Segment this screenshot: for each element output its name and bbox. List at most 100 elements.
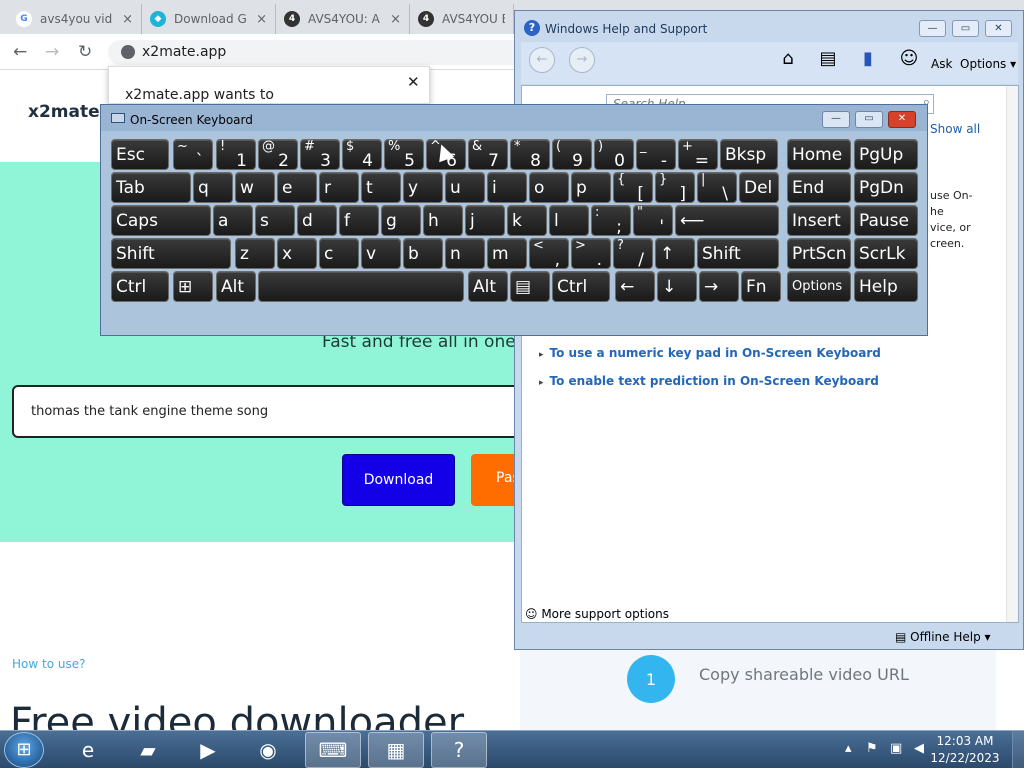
key[interactable]: e xyxy=(277,172,317,203)
key[interactable]: Esc xyxy=(111,139,169,170)
browser-tab[interactable]: 4 AVS4YOU: A × xyxy=(276,4,410,34)
key[interactable]: & 7 xyxy=(468,139,508,170)
browser-tab[interactable]: G avs4you vid × xyxy=(8,4,142,34)
key[interactable]: % 5 xyxy=(384,139,424,170)
key[interactable]: ↓ xyxy=(657,271,697,302)
key[interactable]: o xyxy=(529,172,569,203)
close-icon[interactable]: × xyxy=(256,12,267,27)
key[interactable]: ! 1 xyxy=(216,139,256,170)
download-button[interactable]: Download xyxy=(342,454,455,506)
key[interactable]: v xyxy=(361,238,401,269)
file-explorer-icon[interactable]: ▰ xyxy=(120,732,176,768)
key[interactable]: n xyxy=(445,238,485,269)
volume-icon[interactable]: ◀ xyxy=(914,741,924,756)
browser-tab[interactable]: ◆ Download G × xyxy=(142,4,276,34)
close-button[interactable]: ✕ xyxy=(888,111,916,128)
key[interactable]: f xyxy=(339,205,379,236)
key[interactable]: c xyxy=(319,238,359,269)
key[interactable]: ? / xyxy=(613,238,653,269)
key[interactable]: g xyxy=(381,205,421,236)
maximize-button[interactable]: ▭ xyxy=(855,111,883,128)
key[interactable]: Ctrl xyxy=(552,271,610,302)
key[interactable]: h xyxy=(423,205,463,236)
key[interactable]: :; xyxy=(591,205,631,236)
key[interactable]: Tab xyxy=(111,172,191,203)
help-link[interactable]: To enable text prediction in On-Screen K… xyxy=(539,374,879,388)
key[interactable]: #3 xyxy=(300,139,340,170)
key[interactable]: Help xyxy=(854,271,918,302)
home-icon[interactable]: ⌂ xyxy=(776,47,800,71)
close-icon[interactable]: × xyxy=(390,12,401,27)
close-icon[interactable]: ✕ xyxy=(407,73,420,91)
lock-icon[interactable] xyxy=(121,45,135,59)
key[interactable]: $4 xyxy=(342,139,382,170)
key[interactable]: + = xyxy=(678,139,718,170)
show-hidden-icons[interactable]: ▴ xyxy=(845,741,852,756)
show-all-link[interactable]: Show all xyxy=(930,122,980,136)
key[interactable]: }] xyxy=(655,172,695,203)
key[interactable]: (9 xyxy=(552,139,592,170)
key[interactable]: _ - xyxy=(636,139,676,170)
key[interactable]: k xyxy=(507,205,547,236)
key[interactable]: r xyxy=(319,172,359,203)
key[interactable]: q xyxy=(193,172,233,203)
back-icon[interactable]: ← xyxy=(13,42,27,62)
key[interactable]: u xyxy=(445,172,485,203)
help-icon[interactable]: ? xyxy=(431,732,487,768)
key[interactable]: | \ xyxy=(697,172,737,203)
search-input[interactable]: thomas the tank engine theme song xyxy=(12,385,532,438)
key[interactable]: Options xyxy=(787,271,851,302)
scrollbar[interactable] xyxy=(1006,86,1018,622)
key[interactable]: d xyxy=(297,205,337,236)
key[interactable]: PgUp xyxy=(854,139,918,170)
action-center-icon[interactable]: ⚑ xyxy=(866,741,878,756)
site-logo[interactable]: x2mate xyxy=(28,102,100,122)
back-icon[interactable]: ← xyxy=(529,47,555,73)
key[interactable]: m xyxy=(487,238,527,269)
start-button[interactable]: ⊞ xyxy=(4,732,44,768)
key[interactable]: s xyxy=(255,205,295,236)
media-player-icon[interactable]: ▶ xyxy=(180,732,236,768)
key[interactable]: ScrLk xyxy=(854,238,918,269)
key[interactable]: ← xyxy=(615,271,655,302)
key[interactable]: >. xyxy=(571,238,611,269)
more-support-link[interactable]: ☺ More support options xyxy=(525,607,669,621)
key[interactable]: ↑ xyxy=(655,238,695,269)
key[interactable]: l xyxy=(549,205,589,236)
address-text[interactable]: x2mate.app xyxy=(142,44,226,60)
offline-help-menu[interactable]: ▤ Offline Help ▾ xyxy=(895,630,991,644)
browse-help-icon[interactable]: ▮ xyxy=(856,47,880,71)
key[interactable]: " ' xyxy=(633,205,673,236)
key[interactable]: PgDn xyxy=(854,172,918,203)
key[interactable]: Insert xyxy=(787,205,851,236)
ask-icon[interactable]: ☺ xyxy=(897,47,921,71)
ask-button[interactable]: Ask xyxy=(931,57,952,71)
key[interactable]: y xyxy=(403,172,443,203)
key[interactable]: Bksp xyxy=(720,139,778,170)
key[interactable]: End xyxy=(787,172,851,203)
key[interactable]: p xyxy=(571,172,611,203)
browser-tab[interactable]: 4 AVS4YOU Be xyxy=(410,4,514,34)
help-link[interactable]: To use a numeric key pad in On-Screen Ke… xyxy=(539,346,881,360)
forward-icon[interactable]: → xyxy=(45,42,59,62)
key[interactable]: Shift xyxy=(111,238,231,269)
key[interactable]: Shift xyxy=(697,238,779,269)
key[interactable]: j xyxy=(465,205,505,236)
key[interactable]: a xyxy=(213,205,253,236)
key[interactable]: z xyxy=(235,238,275,269)
key[interactable]: ▤ xyxy=(510,271,550,302)
key[interactable]: Alt xyxy=(468,271,508,302)
minimize-button[interactable]: — xyxy=(919,20,946,37)
key[interactable]: ~ ` xyxy=(173,139,213,170)
maximize-button[interactable]: ▭ xyxy=(952,20,979,37)
key[interactable]: i xyxy=(487,172,527,203)
options-menu[interactable]: Options ▾ xyxy=(960,57,1016,71)
key[interactable] xyxy=(258,271,464,302)
key[interactable]: Fn xyxy=(741,271,781,302)
key[interactable]: {[ xyxy=(613,172,653,203)
forward-icon[interactable]: → xyxy=(569,47,595,73)
key[interactable]: Ctrl xyxy=(111,271,169,302)
key[interactable]: ⊞ xyxy=(173,271,213,302)
how-to-link[interactable]: How to use? xyxy=(12,657,85,671)
key[interactable]: ) 0 xyxy=(594,139,634,170)
